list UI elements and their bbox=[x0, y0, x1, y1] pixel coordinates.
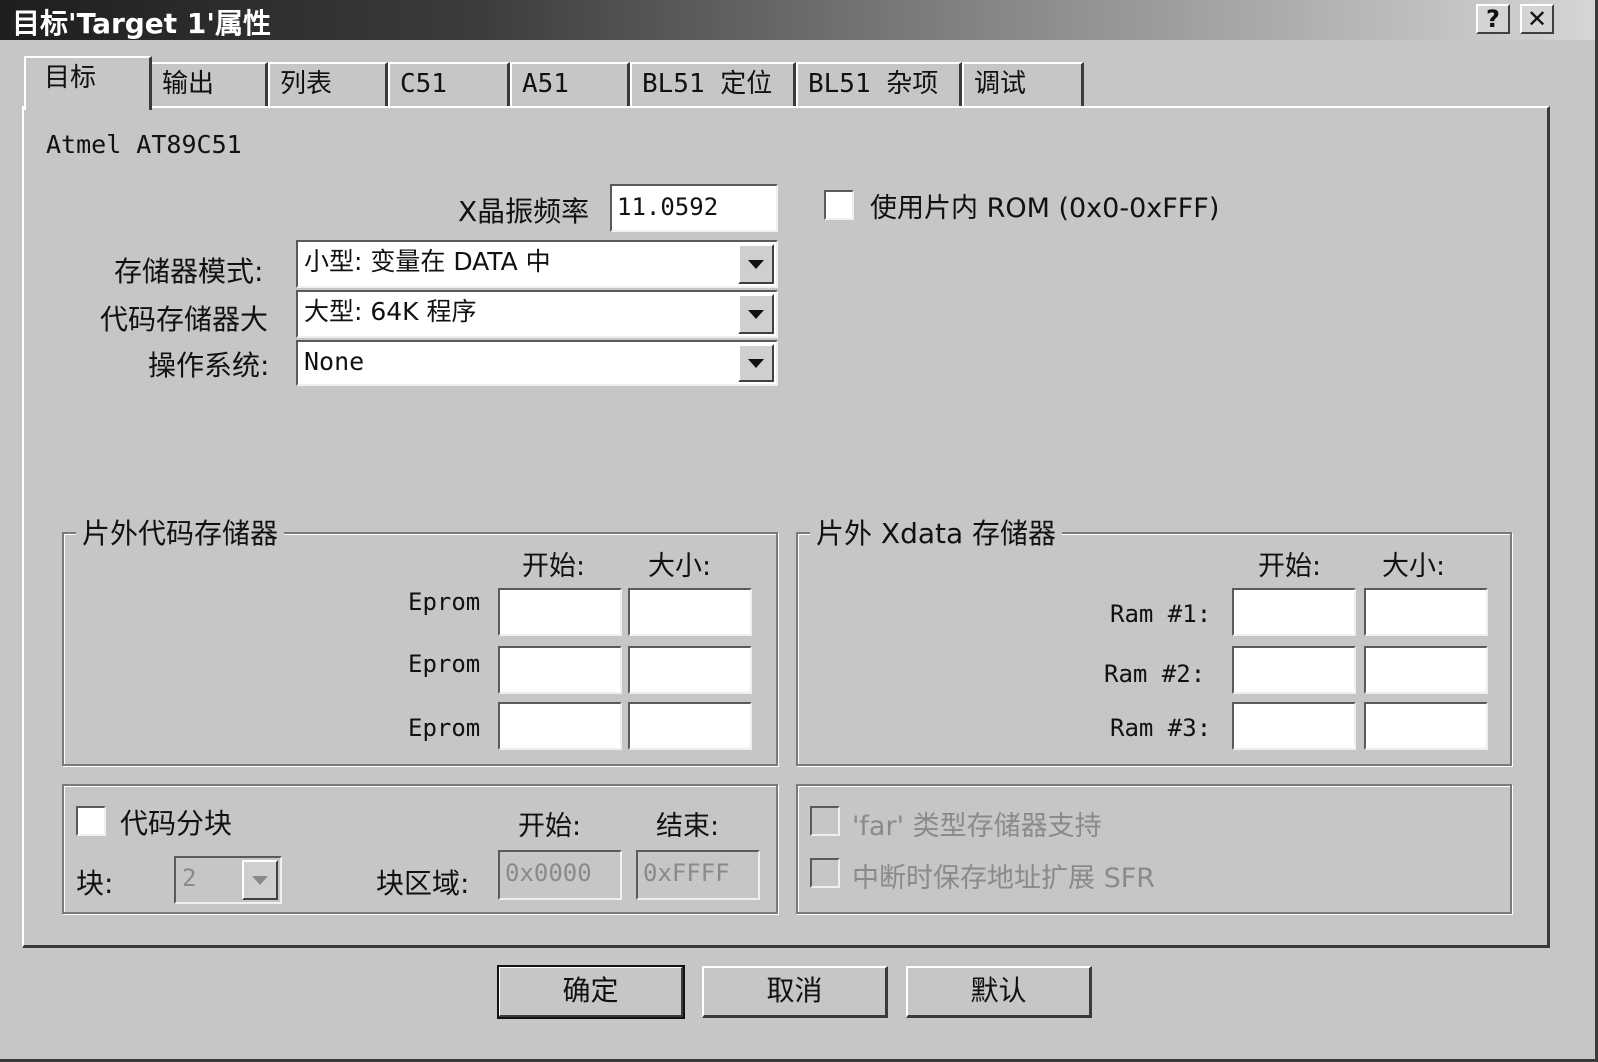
tab-output[interactable]: 输出 bbox=[150, 62, 268, 108]
code-rom-size-value: 大型: 64K 程序 bbox=[304, 297, 477, 326]
eprom-2-size-input[interactable] bbox=[628, 646, 752, 694]
ok-button[interactable]: 确定 bbox=[497, 965, 685, 1019]
xtal-frequency-input[interactable]: 11.0592 bbox=[610, 184, 778, 232]
eprom-1-size-input[interactable] bbox=[628, 588, 752, 636]
ram-3-label: Ram #3: bbox=[1110, 714, 1212, 742]
far-memory-label: 'far' 类型存储器支持 bbox=[852, 811, 1102, 842]
bank-area-label: 块区域: bbox=[376, 867, 470, 900]
tab-target[interactable]: 目标 bbox=[24, 56, 152, 110]
ram-3-size-input[interactable] bbox=[1364, 702, 1488, 750]
memory-model-label: 存储器模式: bbox=[114, 255, 264, 288]
help-button[interactable]: ? bbox=[1476, 4, 1510, 34]
code-banking-label: 代码分块 bbox=[120, 807, 233, 840]
close-button[interactable]: ✕ bbox=[1520, 4, 1554, 34]
memory-model-select[interactable]: 小型: 变量在 DATA 中 bbox=[296, 240, 778, 288]
os-dropdown-button[interactable] bbox=[738, 344, 774, 382]
cancel-button[interactable]: 取消 bbox=[702, 966, 888, 1018]
banks-dropdown-button[interactable] bbox=[242, 860, 278, 900]
tab-bl51-misc[interactable]: BL51 杂项 bbox=[796, 62, 962, 108]
code-rom-size-select[interactable]: 大型: 64K 程序 bbox=[296, 290, 778, 338]
target-options-dialog: 目标'Target 1'属性 ? ✕ 目标 输出 列表 C51 A51 BL51… bbox=[0, 0, 1598, 1062]
code-rom-size-label: 代码存储器大 bbox=[100, 303, 269, 336]
tab-a51[interactable]: A51 bbox=[510, 62, 630, 108]
offchip-xdata-start-header: 开始: bbox=[1258, 551, 1322, 582]
title-bar[interactable]: 目标'Target 1'属性 ? ✕ bbox=[0, 0, 1595, 40]
device-name: Atmel AT89C51 bbox=[46, 130, 242, 159]
chevron-down-icon bbox=[748, 359, 764, 368]
xtal-label: X晶振频率 bbox=[458, 195, 590, 228]
use-onchip-rom-label: 使用片内 ROM (0x0-0xFFF) bbox=[870, 193, 1220, 224]
offchip-xdata-size-header: 大小: bbox=[1382, 551, 1446, 582]
tab-listing[interactable]: 列表 bbox=[268, 62, 388, 108]
eprom-3-start-input[interactable] bbox=[498, 702, 622, 750]
code-banking-checkbox[interactable] bbox=[76, 806, 106, 836]
offchip-code-size-header: 大小: bbox=[648, 551, 712, 582]
ram-2-start-input[interactable] bbox=[1232, 646, 1356, 694]
ram-2-label: Ram #2: bbox=[1104, 660, 1206, 688]
chevron-down-icon bbox=[748, 260, 764, 269]
offchip-code-memory-title: 片外代码存储器 bbox=[76, 512, 285, 552]
os-label: 操作系统: bbox=[148, 349, 270, 382]
code-rom-size-dropdown-button[interactable] bbox=[738, 294, 774, 334]
ram-1-label: Ram #1: bbox=[1110, 600, 1212, 628]
tab-debug[interactable]: 调试 bbox=[962, 62, 1084, 108]
memory-model-dropdown-button[interactable] bbox=[738, 244, 774, 284]
os-value: None bbox=[304, 347, 365, 376]
save-sfr-label: 中断时保存地址扩展 SFR bbox=[852, 863, 1156, 894]
eprom-3-label: Eprom bbox=[408, 714, 481, 742]
tab-c51[interactable]: C51 bbox=[388, 62, 510, 108]
offchip-code-start-header: 开始: bbox=[522, 551, 586, 582]
eprom-2-start-input[interactable] bbox=[498, 646, 622, 694]
offchip-xdata-memory-title: 片外 Xdata 存储器 bbox=[810, 512, 1063, 552]
eprom-2-label: Eprom bbox=[408, 650, 481, 678]
eprom-1-start-input[interactable] bbox=[498, 588, 622, 636]
chevron-down-icon bbox=[748, 310, 764, 319]
bank-start-header: 开始: bbox=[518, 811, 582, 842]
far-memory-checkbox[interactable] bbox=[810, 806, 840, 836]
defaults-button[interactable]: 默认 bbox=[906, 966, 1092, 1018]
eprom-3-size-input[interactable] bbox=[628, 702, 752, 750]
ram-1-start-input[interactable] bbox=[1232, 588, 1356, 636]
window-title: 目标'Target 1'属性 bbox=[12, 7, 271, 40]
save-sfr-checkbox[interactable] bbox=[810, 858, 840, 888]
bank-end-input[interactable]: 0xFFFF bbox=[636, 850, 760, 900]
ram-1-size-input[interactable] bbox=[1364, 588, 1488, 636]
banks-value: 2 bbox=[182, 864, 197, 892]
memory-model-value: 小型: 变量在 DATA 中 bbox=[304, 247, 551, 276]
tab-bl51-locate[interactable]: BL51 定位 bbox=[630, 62, 796, 108]
ram-3-start-input[interactable] bbox=[1232, 702, 1356, 750]
banks-select[interactable]: 2 bbox=[174, 856, 282, 904]
use-onchip-rom-checkbox[interactable] bbox=[824, 190, 854, 220]
ram-2-size-input[interactable] bbox=[1364, 646, 1488, 694]
bank-end-header: 结束: bbox=[656, 811, 720, 842]
banks-label: 块: bbox=[76, 867, 114, 900]
eprom-1-label: Eprom bbox=[408, 588, 481, 616]
chevron-down-icon bbox=[252, 876, 268, 885]
os-select[interactable]: None bbox=[296, 340, 778, 386]
bank-start-input[interactable]: 0x0000 bbox=[498, 850, 622, 900]
